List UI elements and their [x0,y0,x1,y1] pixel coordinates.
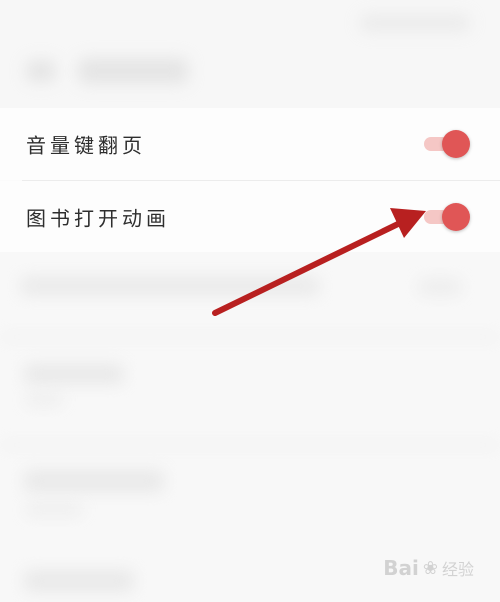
watermark-text: 经验 [441,560,474,579]
setting-label-volume-key-page-turn: 音量键翻页 [26,133,146,158]
blurred-settings-list [0,252,500,602]
setting-row-volume-key-page-turn[interactable]: 音量键翻页 [0,108,500,180]
setting-label-book-open-animation: 图书打开动画 [26,206,170,231]
blurred-header [0,0,500,108]
blurred-divider [0,334,500,340]
blurred-row-text [24,570,134,592]
blurred-row-subtext [24,504,84,516]
blurred-row-text [24,470,164,492]
blurred-divider [0,442,500,448]
blurred-row-text [24,364,124,384]
setting-row-book-open-animation[interactable]: 图书打开动画 [0,181,500,253]
toggle-knob [442,130,470,158]
settings-screen: 音量键翻页 图书打开动画 Bai ❀ 经验 [0,0,500,602]
toggle-knob [442,203,470,231]
blurred-status-icons [360,14,470,32]
book-open-animation-toggle[interactable] [424,203,470,231]
watermark: Bai ❀ 经验 [383,556,474,580]
paw-icon: ❀ [422,557,438,579]
blurred-row-subtext [24,394,64,406]
blurred-row-value [418,278,462,296]
blurred-page-title [78,58,188,84]
volume-key-page-turn-toggle[interactable] [424,130,470,158]
blurred-back-icon [26,60,56,82]
watermark-brand: Bai [383,556,419,580]
blurred-row-text [20,276,320,296]
